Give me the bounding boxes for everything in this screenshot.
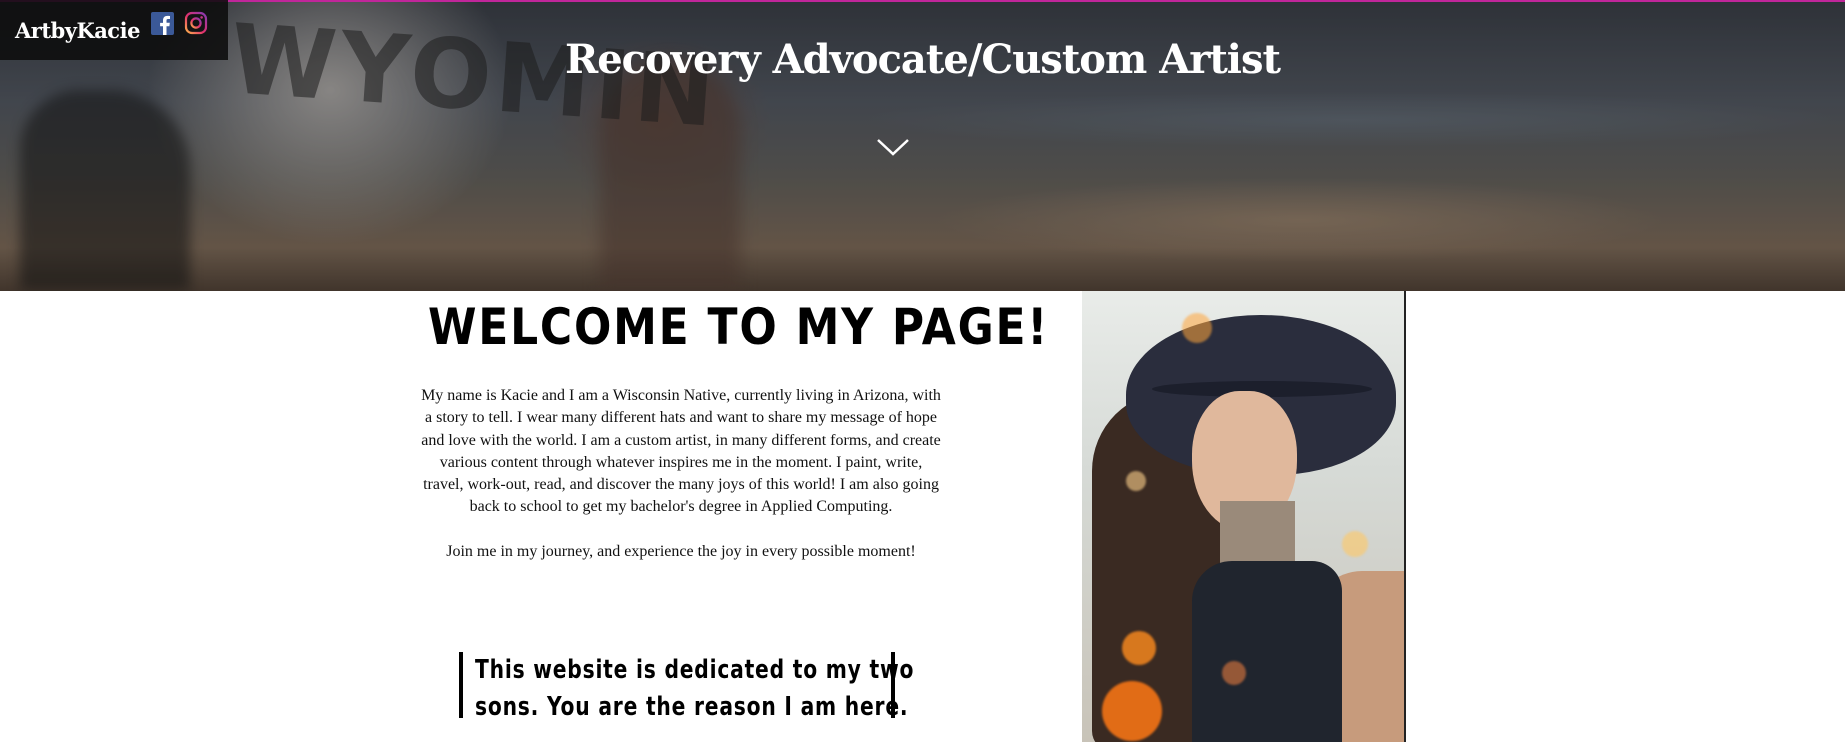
top-accent-line <box>0 0 1845 2</box>
facebook-icon[interactable] <box>151 12 174 35</box>
welcome-heading: WELCOME TO MY PAGE! <box>428 298 1050 356</box>
intro-paragraph: My name is Kacie and I am a Wisconsin Na… <box>421 387 941 516</box>
photo-bokeh-light <box>1342 531 1368 557</box>
photo-tank-top <box>1192 561 1342 742</box>
photo-bokeh-light <box>1102 681 1162 741</box>
photo-bokeh-light <box>1182 313 1212 343</box>
instagram-icon[interactable] <box>184 11 208 35</box>
join-paragraph: Join me in my journey, and experience th… <box>446 542 916 560</box>
photo-bokeh-light <box>1126 471 1146 491</box>
profile-photo <box>1082 291 1406 742</box>
hero-banner: WYOMIN ArtbyKacie Recovery Advocate/Cust… <box>0 0 1845 291</box>
instagram-glyph <box>184 11 208 35</box>
chevron-down-glyph <box>877 139 909 156</box>
dedication-line-2: sons. You are the reason I am here. <box>475 692 909 722</box>
dedication-quote: This website is dedicated to my two sons… <box>459 652 915 722</box>
photo-bokeh-light <box>1222 661 1246 685</box>
intro-text-block: My name is Kacie and I am a Wisconsin Na… <box>420 385 942 563</box>
chevron-down-icon[interactable] <box>876 138 910 156</box>
facebook-glyph <box>160 15 170 35</box>
hero-title: Recovery Advocate/Custom Artist <box>564 36 1281 83</box>
photo-bokeh-light <box>1122 631 1156 665</box>
dedication-line-1: This website is dedicated to my two <box>475 655 915 685</box>
